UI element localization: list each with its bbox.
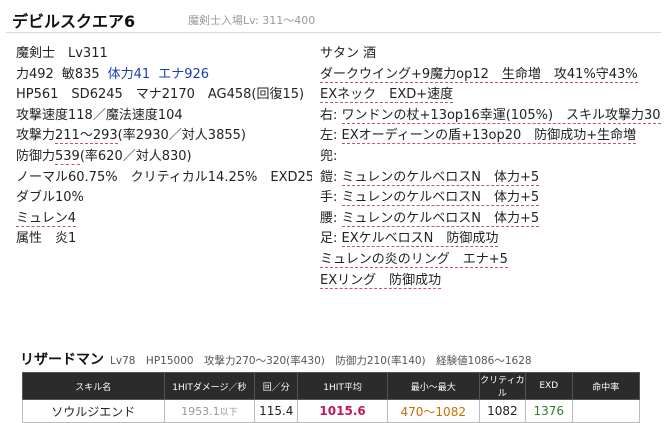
table-header-row: スキル名 1HITダメージ／秒 回／分 1HIT平均 最小～最大 クリティカル … bbox=[22, 372, 640, 400]
stat-agi: 敏835 bbox=[61, 66, 100, 82]
right-hand-item: 右: ワンドンの杖+13op16幸運(105%) スキル攻撃力30 bbox=[320, 106, 665, 127]
attribute: 属性 炎1 bbox=[16, 231, 77, 247]
defense-detail: (率620／対人830) bbox=[79, 148, 192, 164]
damage-suffix: 以下 bbox=[219, 407, 238, 418]
col-exd: EXD bbox=[525, 372, 573, 400]
skill-name-cell: ソウルジエンド bbox=[22, 399, 165, 423]
gloves-link[interactable]: ミュレンのケルベロスN 体力+5 bbox=[341, 190, 540, 207]
min-max-cell: 470～1082 bbox=[386, 399, 480, 423]
neck-link[interactable]: EXネック EXD+速度 bbox=[320, 87, 454, 104]
exd-cell: 1376 bbox=[525, 399, 573, 423]
stat-ene: エナ926 bbox=[158, 66, 210, 82]
defense-power: 防御力539(率620／対人830) bbox=[16, 147, 312, 168]
stat-str: 力492 bbox=[16, 66, 54, 82]
col-critical: クリティカル bbox=[478, 372, 527, 400]
equipment-list: サタン 酒 ダークウイング+9魔力op12 生命増 攻41%守43% EXネック… bbox=[320, 44, 665, 291]
right-hand-label: 右: bbox=[320, 107, 338, 123]
ring-1-link[interactable]: ミュレンの炎のリング エナ+5 bbox=[320, 251, 508, 268]
col-hits-per-min: 回／分 bbox=[254, 372, 299, 400]
class-level: 魔剣士 Lv311 bbox=[16, 46, 108, 61]
boots-item: 足: EXケルベロスN 防御成功 bbox=[320, 229, 665, 250]
pants-label: 腰: bbox=[320, 210, 338, 226]
col-damage-per-sec: 1HITダメージ／秒 bbox=[163, 372, 256, 400]
pants-link[interactable]: ミュレンのケルベロスN 体力+5 bbox=[341, 210, 540, 227]
right-hand-link[interactable]: ワンドンの杖+13op16幸運(105%) スキル攻撃力30 bbox=[341, 107, 661, 124]
hits-per-min-cell: 115.4 bbox=[254, 399, 299, 423]
attack-speed: 攻撃速度118／魔法速度104 bbox=[16, 107, 183, 123]
hp-sd-mana-ag: HP561 SD6245 マナ2170 AG458(回復15) bbox=[16, 87, 305, 103]
armor-label: 鎧: bbox=[320, 169, 338, 185]
left-hand-item: 左: EXオーディーンの盾+13op20 防御成功+生命増 bbox=[320, 126, 665, 147]
helm-label: 兜: bbox=[320, 148, 338, 164]
stat-vit: 体力41 bbox=[107, 66, 151, 82]
accuracy-cell bbox=[571, 399, 640, 423]
set-name-link[interactable]: ミュレン4 bbox=[16, 210, 77, 227]
table-row: ソウルジエンド 1953.1以下 115.4 1015.6 470～1082 1… bbox=[22, 399, 640, 423]
boots-link[interactable]: EXケルベロスN 防御成功 bbox=[341, 231, 499, 248]
boss-info: リザードマン Lv78 HP15000 攻撃力270～320(率430) 防御力2… bbox=[20, 349, 660, 368]
left-hand-label: 左: bbox=[320, 128, 338, 144]
defense-label: 防御力 bbox=[16, 148, 56, 164]
col-skill-name: スキル名 bbox=[22, 372, 165, 400]
character-stats: 魔剣士 Lv311 力492 敏835 体力41 エナ926 HP561 SD6245… bbox=[16, 44, 312, 250]
attack-value-link[interactable]: 211～293 bbox=[55, 128, 118, 145]
col-min-max: 最小～最大 bbox=[386, 372, 480, 400]
damage-value: 1953.1 bbox=[181, 404, 220, 418]
neck-item: EXネック EXD+速度 bbox=[320, 85, 665, 106]
pants-item: 腰: ミュレンのケルベロスN 体力+5 bbox=[320, 209, 665, 230]
pet-item: サタン 酒 bbox=[320, 46, 377, 61]
gloves-item: 手: ミュレンのケルベロスN 体力+5 bbox=[320, 188, 665, 209]
ring-1-item: ミュレンの炎のリング エナ+5 bbox=[320, 250, 665, 271]
base-stats: 力492 敏835 体力41 エナ926 bbox=[16, 65, 312, 86]
page-header: デビルスクエア6 魔剣士入場Lv: 311～400 bbox=[6, 6, 661, 33]
wing-link[interactable]: ダークウイング+9魔力op12 生命増 攻41%守43% bbox=[320, 66, 638, 83]
attack-power: 攻撃力211～293(率2930／対人3855) bbox=[16, 126, 312, 147]
attack-label: 攻撃力 bbox=[16, 128, 56, 144]
armor-item: 鎧: ミュレンのケルベロスN 体力+5 bbox=[320, 168, 665, 189]
critical-cell: 1082 bbox=[478, 399, 527, 423]
ring-2-link[interactable]: EXリング 防御成功 bbox=[320, 272, 442, 289]
skill-damage-table: スキル名 1HITダメージ／秒 回／分 1HIT平均 最小～最大 クリティカル … bbox=[22, 372, 640, 423]
entry-level-subtitle: 魔剣士入場Lv: 311～400 bbox=[188, 14, 316, 27]
double-rate: ダブル10% bbox=[16, 190, 84, 206]
wing-item: ダークウイング+9魔力op12 生命増 攻41%守43% bbox=[320, 65, 665, 86]
boss-name: リザードマン bbox=[20, 352, 104, 368]
gloves-label: 手: bbox=[320, 190, 338, 206]
avg-hit-cell: 1015.6 bbox=[297, 399, 388, 423]
col-accuracy: 命中率 bbox=[571, 372, 640, 400]
set-bonus: ミュレン4 bbox=[16, 209, 312, 230]
damage-per-sec-cell: 1953.1以下 bbox=[163, 399, 256, 423]
ring-2-item: EXリング 防御成功 bbox=[320, 271, 665, 292]
defense-value-link[interactable]: 539 bbox=[55, 148, 80, 165]
hit-rates: ノーマル60.75% クリティカル14.25% EXD25% bbox=[16, 169, 312, 185]
col-avg-hit: 1HIT平均 bbox=[297, 372, 388, 400]
page-title: デビルスクエア6 bbox=[12, 12, 136, 31]
helm-item: 兜: bbox=[320, 147, 665, 168]
armor-link[interactable]: ミュレンのケルベロスN 体力+5 bbox=[341, 169, 540, 186]
attack-detail: (率2930／対人3855) bbox=[117, 128, 246, 144]
boots-label: 足: bbox=[320, 231, 338, 247]
left-hand-link[interactable]: EXオーディーンの盾+13op20 防御成功+生命増 bbox=[341, 128, 637, 145]
boss-stats: Lv78 HP15000 攻撃力270～320(率430) 防御力210(率14… bbox=[110, 355, 532, 367]
